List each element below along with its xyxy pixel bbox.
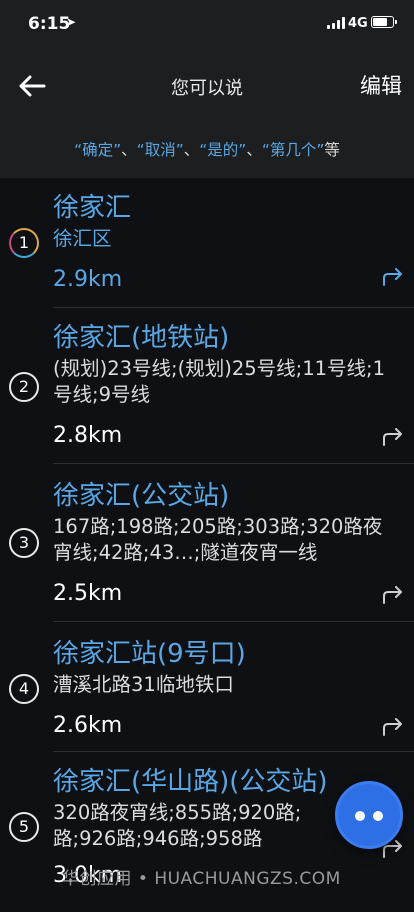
place-title: 徐家汇 bbox=[53, 193, 132, 223]
index-badge: 3 bbox=[9, 528, 39, 558]
hint-yes: “是的” bbox=[199, 141, 247, 159]
place-title: 徐家汇站(9号口) bbox=[53, 639, 246, 669]
location-arrow-icon: ➤ bbox=[66, 15, 77, 29]
place-distance: 2.5km bbox=[53, 581, 123, 606]
hint-separator: 、 bbox=[121, 141, 137, 159]
battery-icon bbox=[371, 16, 397, 28]
place-title: 徐家汇(华山路)(公交站) bbox=[53, 767, 328, 797]
index-badge: 5 bbox=[9, 812, 39, 842]
hint-confirm: “确定” bbox=[74, 141, 122, 159]
place-distance: 2.8km bbox=[53, 423, 123, 448]
signal-icon bbox=[327, 17, 345, 29]
network-type: 4G bbox=[348, 16, 368, 31]
place-subtitle: 320路夜宵线;855路;920路;路;926路;946路;958路 bbox=[53, 801, 302, 850]
edit-button[interactable]: 编辑 bbox=[360, 70, 402, 100]
index-badge: 2 bbox=[9, 372, 39, 402]
voice-hint: “确定”、“取消”、“是的”、“第几个”等 bbox=[0, 123, 414, 178]
place-distance: 2.9km bbox=[53, 267, 123, 292]
page-title: 您可以说 bbox=[171, 78, 243, 99]
hint-separator: 、 bbox=[246, 141, 262, 159]
assistant-eye-icon bbox=[373, 811, 383, 821]
hint-separator: 、 bbox=[183, 141, 200, 159]
nav-bar: 您可以说 编辑 bbox=[0, 48, 414, 123]
list-item[interactable]: 3 徐家汇(公交站) 167路;198路;205路;303路;320路夜宵线;4… bbox=[0, 464, 414, 622]
assistant-eye-icon bbox=[355, 811, 365, 821]
place-subtitle: (规划)23号线;(规划)25号线;11号线;1号线;9号线 bbox=[53, 357, 385, 406]
status-bar: 6:15 ➤ 4G bbox=[0, 0, 414, 48]
index-badge: 1 bbox=[9, 228, 39, 258]
hint-nth: “第几个” bbox=[261, 141, 325, 159]
hint-cancel: “取消” bbox=[136, 141, 184, 159]
hint-suffix: 等 bbox=[324, 141, 340, 159]
status-time: 6:15 bbox=[28, 14, 71, 34]
place-subtitle: 167路;198路;205路;303路;320路夜宵线;42路;43…;隧道夜宵… bbox=[53, 515, 383, 564]
navigate-turn-icon[interactable] bbox=[382, 268, 404, 286]
watermark: 华创应用 • HUACHUANGZS.COM bbox=[62, 869, 341, 889]
place-title: 徐家汇(地铁站) bbox=[53, 323, 230, 353]
voice-assistant-button[interactable] bbox=[335, 781, 403, 849]
navigate-turn-icon[interactable] bbox=[382, 428, 404, 446]
place-subtitle: 徐汇区 bbox=[53, 227, 112, 250]
navigate-turn-icon[interactable] bbox=[382, 586, 404, 604]
navigate-turn-icon[interactable] bbox=[382, 718, 404, 736]
index-badge: 4 bbox=[9, 674, 39, 704]
place-subtitle: 漕溪北路31临地铁口 bbox=[53, 673, 234, 696]
list-item[interactable]: 4 徐家汇站(9号口) 漕溪北路31临地铁口 2.6km bbox=[0, 622, 414, 752]
list-item[interactable]: 1 徐家汇 徐汇区 2.9km bbox=[0, 178, 414, 308]
place-distance: 2.6km bbox=[53, 713, 123, 738]
place-title: 徐家汇(公交站) bbox=[53, 481, 230, 511]
list-item[interactable]: 2 徐家汇(地铁站) (规划)23号线;(规划)25号线;11号线;1号线;9号… bbox=[0, 308, 414, 464]
